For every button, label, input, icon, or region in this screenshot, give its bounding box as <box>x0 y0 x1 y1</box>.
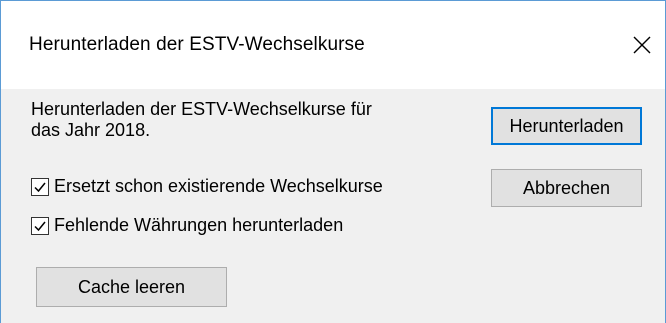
download-missing-label: Fehlende Währungen herunterladen <box>54 215 344 235</box>
download-missing-checkbox-row[interactable]: Fehlende Währungen herunterladen <box>31 215 343 236</box>
title-bar: Herunterladen der ESTV-Wechselkurse <box>1 1 665 89</box>
checkmark-icon <box>34 221 46 231</box>
replace-existing-checkbox[interactable] <box>31 177 49 196</box>
dialog-title: Herunterladen der ESTV-Wechselkurse <box>29 34 365 55</box>
clear-cache-button[interactable]: Cache leeren <box>36 267 227 307</box>
message-line-1: Herunterladen der ESTV-Wechselkurse für <box>31 99 372 119</box>
download-missing-checkbox[interactable] <box>31 216 49 235</box>
message-line-2: das Jahr 2018. <box>31 120 151 140</box>
close-icon <box>633 36 651 54</box>
dialog-window: Herunterladen der ESTV-Wechselkurse Heru… <box>0 0 666 323</box>
cancel-button[interactable]: Abbrechen <box>491 169 642 207</box>
close-button[interactable] <box>619 19 665 71</box>
replace-existing-label: Ersetzt schon existierende Wechselkurse <box>54 176 383 196</box>
replace-existing-checkbox-row[interactable]: Ersetzt schon existierende Wechselkurse <box>31 176 383 197</box>
download-button[interactable]: Herunterladen <box>491 107 642 145</box>
checkmark-icon <box>34 182 46 192</box>
dialog-content: Herunterladen der ESTV-Wechselkurse für … <box>1 89 665 323</box>
dialog-message: Herunterladen der ESTV-Wechselkurse für … <box>31 99 461 141</box>
